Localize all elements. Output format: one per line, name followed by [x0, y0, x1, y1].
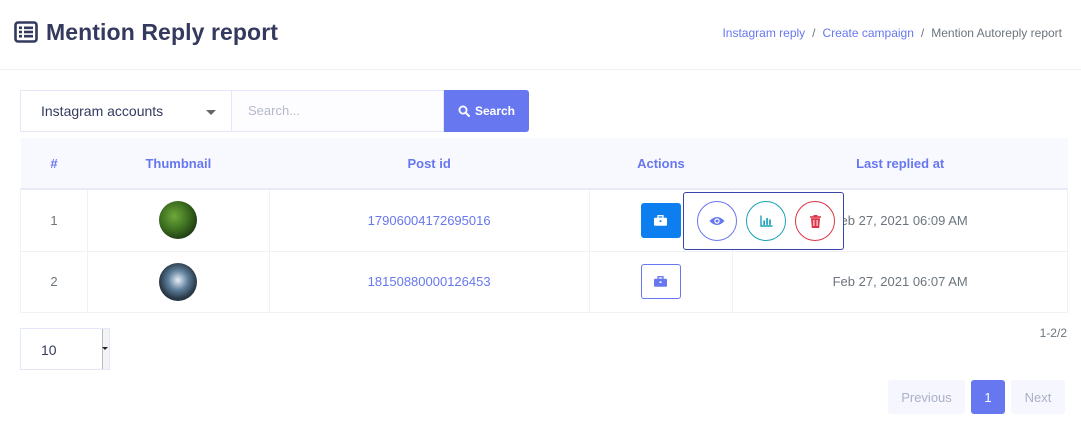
view-button[interactable] — [697, 201, 737, 241]
post-id-link[interactable]: 17906004172695016 — [368, 213, 491, 228]
pagination-range: 1-2/2 — [1039, 326, 1067, 340]
post-id-link[interactable]: 18150880000126453 — [368, 274, 491, 289]
briefcase-icon — [654, 276, 668, 287]
search-input[interactable]: Search... — [232, 90, 444, 132]
column-header-actions: Actions — [637, 155, 685, 171]
actions-cell — [588, 250, 734, 313]
thumbnail-cell — [86, 188, 270, 252]
post-thumbnail[interactable] — [159, 262, 198, 301]
chart-icon — [759, 215, 772, 227]
column-header-post-id: Post id — [407, 155, 451, 171]
account-select-value: Instagram accounts — [41, 103, 164, 119]
post-id-cell: 18150880000126453 — [268, 250, 590, 313]
report-table: # Thumbnail Post id Actions Last replied… — [20, 138, 1068, 313]
breadcrumb-separator: / — [920, 26, 925, 40]
row-index: 1 — [20, 188, 88, 252]
list-alt-icon — [14, 21, 38, 43]
search-button-label: Search — [474, 104, 516, 118]
breadcrumb-instagram-reply[interactable]: Instagram reply — [722, 26, 805, 40]
eye-icon — [709, 217, 725, 225]
next-page-button[interactable]: Next — [1011, 380, 1065, 414]
briefcase-icon — [654, 214, 668, 226]
search-placeholder: Search... — [248, 103, 301, 118]
table-row: 1 17906004172695016 Feb 27, 2021 06:09 A… — [20, 188, 1068, 252]
last-replied-cell: Feb 27, 2021 06:07 AM — [732, 250, 1068, 313]
table-header-row: # Thumbnail Post id Actions Last replied… — [20, 138, 1068, 189]
column-header-index: # — [50, 155, 58, 171]
thumbnail-cell — [86, 250, 270, 313]
breadcrumb-current: Mention Autoreply report — [931, 26, 1062, 40]
actions-menu-button[interactable] — [640, 264, 681, 299]
actions-menu-button[interactable] — [640, 202, 681, 238]
breadcrumb: Instagram reply / Create campaign / Ment… — [722, 26, 1062, 40]
column-header-last-replied: Last replied at — [856, 155, 945, 171]
actions-popover — [683, 192, 844, 250]
instagram-account-select[interactable]: Instagram accounts — [20, 90, 232, 132]
report-button[interactable] — [746, 201, 786, 241]
previous-page-button[interactable]: Previous — [888, 380, 965, 414]
breadcrumb-separator: / — [812, 26, 816, 40]
per-page-value: 10 — [41, 342, 57, 358]
post-thumbnail[interactable] — [159, 201, 198, 240]
per-page-select[interactable]: 10 — [20, 328, 110, 370]
breadcrumb-create-campaign[interactable]: Create campaign — [823, 26, 914, 40]
trash-icon — [809, 214, 821, 228]
caret-down-icon — [206, 110, 216, 115]
table-row: 2 18150880000126453 Feb 27, 2021 06:07 A… — [20, 250, 1068, 313]
page-header: Mention Reply report Instagram reply / C… — [0, 0, 1081, 70]
post-id-cell: 17906004172695016 — [268, 188, 590, 252]
search-icon — [458, 105, 470, 117]
page-1-button[interactable]: 1 — [971, 380, 1005, 414]
search-button[interactable]: Search — [444, 90, 529, 132]
caret-down-icon — [102, 347, 108, 350]
row-index: 2 — [20, 250, 88, 313]
delete-button[interactable] — [795, 201, 835, 241]
page-title: Mention Reply report — [46, 19, 279, 45]
column-header-thumbnail: Thumbnail — [145, 155, 212, 171]
